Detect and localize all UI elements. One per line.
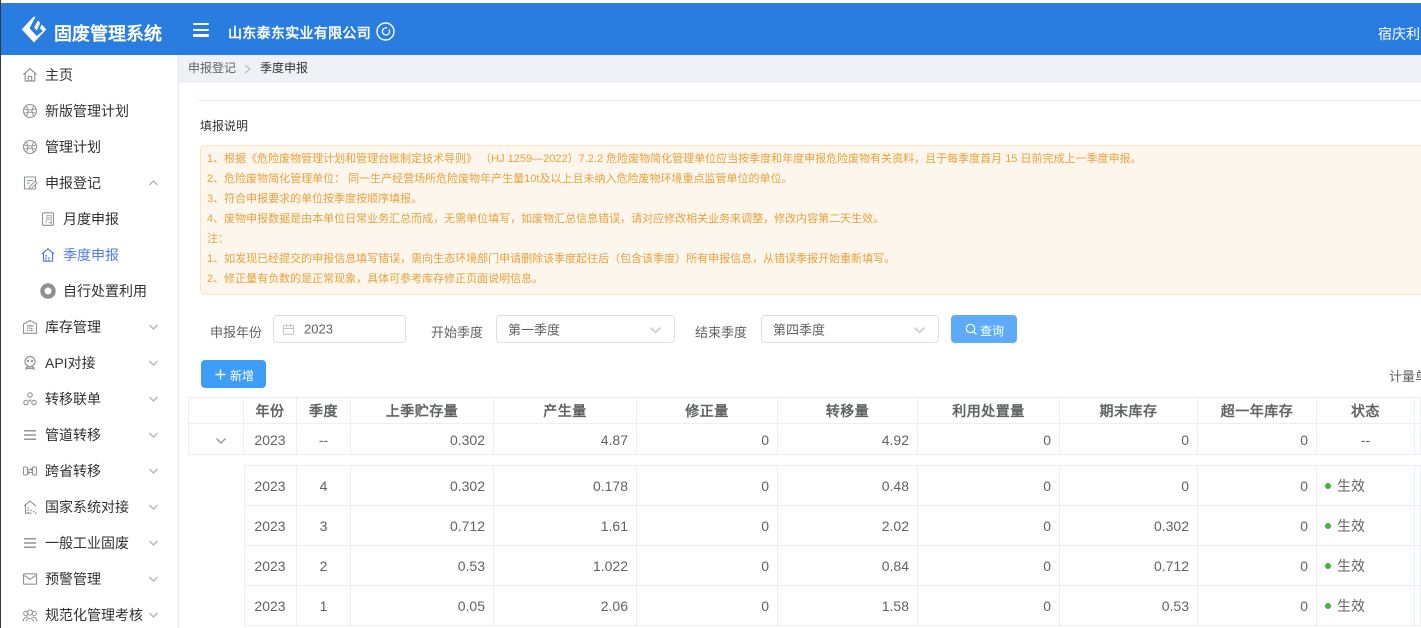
svg-text:库: 库 xyxy=(26,323,34,333)
svg-text:月: 月 xyxy=(45,215,53,224)
